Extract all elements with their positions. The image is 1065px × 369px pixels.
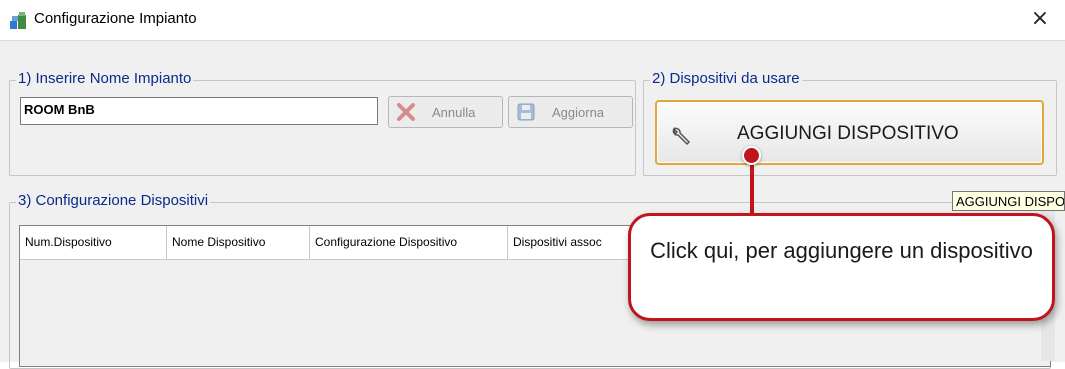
column-header-dispositivi-associati[interactable]: Dispositivi assoc [508, 226, 648, 259]
title-bar: Configurazione Impianto × [0, 0, 1065, 40]
aggiorna-button[interactable]: Aggiorna [508, 96, 633, 128]
nome-impianto-input[interactable]: ROOM BnB [20, 97, 378, 125]
annulla-label: Annulla [432, 105, 476, 120]
dispositivi-legend: 2) Dispositivi da usare [650, 70, 802, 87]
aggiungi-dispositivo-label: AGGIUNGI DISPOSITIVO [737, 123, 959, 144]
window-title: Configurazione Impianto [34, 10, 197, 27]
callout-anchor-dot [742, 146, 761, 165]
annulla-button[interactable]: Annulla [388, 96, 503, 128]
wrench-icon [672, 126, 691, 146]
aggiungi-dispositivo-tooltip: AGGIUNGI DISPOSITIVO [952, 191, 1065, 211]
nome-impianto-legend: 1) Inserire Nome Impianto [16, 70, 194, 87]
column-header-num-dispositivo[interactable]: Num.Dispositivo [20, 226, 167, 259]
column-header-configurazione-dispositivo[interactable]: Configurazione Dispositivo [310, 226, 508, 259]
aggiungi-dispositivo-button[interactable]: AGGIUNGI DISPOSITIVO [655, 100, 1044, 165]
nome-impianto-group: 1) Inserire Nome Impianto ROOM BnB Annul… [9, 70, 636, 176]
aggiorna-label: Aggiorna [552, 105, 605, 120]
column-header-nome-dispositivo[interactable]: Nome Dispositivo [167, 226, 310, 259]
configurazione-dispositivi-legend: 3) Configurazione Dispositivi [16, 192, 211, 209]
configurazione-impianto-window: Configurazione Impianto × 1) Inserire No… [0, 0, 1065, 369]
save-icon [517, 103, 535, 121]
app-icon [10, 12, 26, 29]
cancel-x-icon [397, 103, 415, 121]
instruction-callout: Click qui, per aggiungere un dispositivo [628, 213, 1055, 321]
dispositivi-group: 2) Dispositivi da usare AGGIUNGI DISPOSI… [643, 70, 1057, 176]
close-button[interactable]: × [1027, 6, 1053, 32]
